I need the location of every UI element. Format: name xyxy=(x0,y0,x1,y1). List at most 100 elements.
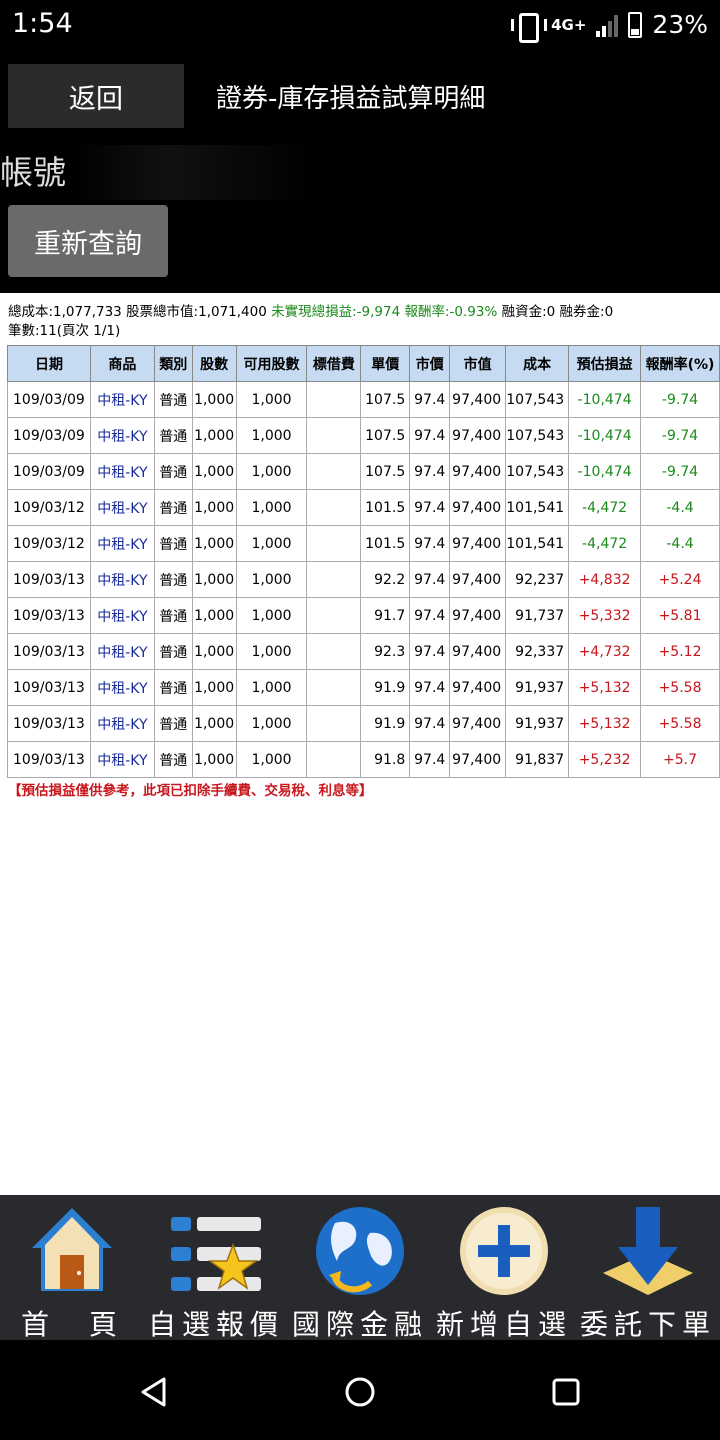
market-price-cell: 97.4 xyxy=(409,633,451,670)
globe-icon xyxy=(316,1207,404,1295)
cost-cell: 91,737 xyxy=(505,597,570,634)
unit-price-cell: 101.5 xyxy=(360,525,411,562)
type-cell: 普通 xyxy=(153,381,193,418)
toolbar-order[interactable]: 委託下單 xyxy=(576,1195,720,1341)
home-icon xyxy=(32,1208,112,1291)
shares-cell: 1,000 xyxy=(191,381,237,418)
vibrate-icon xyxy=(511,12,548,43)
est-pl-cell: -10,474 xyxy=(568,417,642,454)
table-row[interactable]: 109/03/09 中租-KY 普通 1,000 1,000 107.5 97.4 97,40… xyxy=(7,453,720,490)
toolbar-order-label: 委託下單 xyxy=(579,1308,716,1341)
account-label: 帳號 xyxy=(0,153,66,192)
status-icons: 4G+ 23% xyxy=(511,10,708,43)
table-row[interactable]: 109/03/12 中租-KY 普通 1,000 1,000 101.5 97.4 97,40… xyxy=(7,525,720,562)
table-header-row: 日期 商品 類別 股數 可用股數 標借費 單價 市價 市值 成本 預估損益 報酬率(%) xyxy=(7,345,720,382)
holdings-table: 日期 商品 類別 股數 可用股數 標借費 單價 市價 市值 成本 預估損益 報酬率(%) 109/03… xyxy=(7,345,720,778)
column-header: 標借費 xyxy=(306,345,362,382)
return-rate-cell: -9.74 xyxy=(640,417,720,454)
table-row[interactable]: 109/03/09 中租-KY 普通 1,000 1,000 107.5 97.4 97,40… xyxy=(7,417,720,454)
column-header: 股數 xyxy=(191,345,237,382)
toolbar-watchlist[interactable]: 自選報價 xyxy=(144,1195,288,1341)
table-row[interactable]: 109/03/13 中租-KY 普通 1,000 1,000 91.8 97.4 97,400… xyxy=(7,741,720,778)
borrow-fee-cell xyxy=(306,489,362,526)
product-cell[interactable]: 中租-KY xyxy=(89,453,155,490)
product-cell[interactable]: 中租-KY xyxy=(89,417,155,454)
cost-cell: 107,543 xyxy=(505,417,570,454)
date-cell: 109/03/13 xyxy=(7,669,91,706)
market-value-cell: 97,400 xyxy=(449,525,507,562)
toolbar-add-watch[interactable]: 新增自選 xyxy=(432,1195,576,1341)
return-rate-cell: -9.74 xyxy=(640,453,720,490)
toolbar-global[interactable]: 國際金融 xyxy=(288,1195,432,1341)
est-pl-cell: +4,832 xyxy=(568,561,642,598)
table-row[interactable]: 109/03/13 中租-KY 普通 1,000 1,000 92.2 97.4 97,400… xyxy=(7,561,720,598)
shares-cell: 1,000 xyxy=(191,705,237,742)
toolbar-home-label: 首 頁 xyxy=(20,1308,123,1341)
market-value-cell: 97,400 xyxy=(449,417,507,454)
market-price-cell: 97.4 xyxy=(409,489,451,526)
product-cell[interactable]: 中租-KY xyxy=(89,633,155,670)
market-value-cell: 97,400 xyxy=(449,705,507,742)
requery-button[interactable]: 重新查詢 xyxy=(8,205,168,277)
type-cell: 普通 xyxy=(153,417,193,454)
table-row[interactable]: 109/03/13 中租-KY 普通 1,000 1,000 91.7 97.4 97,400… xyxy=(7,597,720,634)
return-rate-cell: -4.4 xyxy=(640,489,720,526)
column-header: 預估損益 xyxy=(568,345,642,382)
return-rate-cell: +5.24 xyxy=(640,561,720,598)
available-shares-cell: 1,000 xyxy=(235,381,308,418)
table-row[interactable]: 109/03/12 中租-KY 普通 1,000 1,000 101.5 97.4 97,40… xyxy=(7,489,720,526)
type-cell: 普通 xyxy=(153,525,193,562)
margin-amount: 融資金:0 xyxy=(501,304,556,320)
type-cell: 普通 xyxy=(153,597,193,634)
table-row[interactable]: 109/03/13 中租-KY 普通 1,000 1,000 92.3 97.4 97,400… xyxy=(7,633,720,670)
est-pl-cell: +5,132 xyxy=(568,705,642,742)
summary: 總成本:1,077,733 股票總市值:1,071,400 未實現總損益:-9,… xyxy=(8,303,613,341)
date-cell: 109/03/12 xyxy=(7,525,91,562)
market-value-cell: 97,400 xyxy=(449,561,507,598)
product-cell[interactable]: 中租-KY xyxy=(89,597,155,634)
product-cell[interactable]: 中租-KY xyxy=(89,741,155,778)
recents-nav-icon[interactable] xyxy=(549,1375,583,1409)
product-cell[interactable]: 中租-KY xyxy=(89,381,155,418)
table-row[interactable]: 109/03/13 中租-KY 普通 1,000 1,000 91.9 97.4 97,400… xyxy=(7,705,720,742)
return-rate: 報酬率:-0.93% xyxy=(404,304,498,320)
borrow-fee-cell xyxy=(306,453,362,490)
column-header: 商品 xyxy=(89,345,155,382)
shares-cell: 1,000 xyxy=(191,417,237,454)
market-value-cell: 97,400 xyxy=(449,633,507,670)
unit-price-cell: 107.5 xyxy=(360,381,411,418)
borrow-fee-cell xyxy=(306,561,362,598)
market-value-cell: 97,400 xyxy=(449,489,507,526)
return-rate-cell: +5.7 xyxy=(640,741,720,778)
borrow-fee-cell xyxy=(306,417,362,454)
table-row[interactable]: 109/03/13 中租-KY 普通 1,000 1,000 91.9 97.4 97,400… xyxy=(7,669,720,706)
back-nav-icon[interactable] xyxy=(138,1375,172,1409)
unit-price-cell: 91.9 xyxy=(360,705,411,742)
return-rate-cell: +5.81 xyxy=(640,597,720,634)
table-row[interactable]: 109/03/09 中租-KY 普通 1,000 1,000 107.5 97.4 97,40… xyxy=(7,381,720,418)
return-rate-cell: -9.74 xyxy=(640,381,720,418)
product-cell[interactable]: 中租-KY xyxy=(89,489,155,526)
market-price-cell: 97.4 xyxy=(409,381,451,418)
product-cell[interactable]: 中租-KY xyxy=(89,525,155,562)
toolbar-home[interactable]: 首 頁 xyxy=(0,1195,144,1341)
return-rate-cell: +5.12 xyxy=(640,633,720,670)
market-price-cell: 97.4 xyxy=(409,561,451,598)
est-pl-cell: +5,232 xyxy=(568,741,642,778)
battery-icon xyxy=(628,11,643,38)
network-type-icon: 4G+ xyxy=(551,15,587,34)
column-header: 報酬率(%) xyxy=(640,345,720,382)
signal-icon xyxy=(596,13,619,37)
back-button[interactable]: 返回 xyxy=(8,64,184,128)
type-cell: 普通 xyxy=(153,453,193,490)
borrow-fee-cell xyxy=(306,381,362,418)
available-shares-cell: 1,000 xyxy=(235,561,308,598)
product-cell[interactable]: 中租-KY xyxy=(89,705,155,742)
date-cell: 109/03/12 xyxy=(7,489,91,526)
est-pl-cell: -10,474 xyxy=(568,381,642,418)
product-cell[interactable]: 中租-KY xyxy=(89,561,155,598)
shares-cell: 1,000 xyxy=(191,669,237,706)
add-icon xyxy=(460,1207,548,1295)
home-nav-icon[interactable] xyxy=(343,1375,377,1409)
product-cell[interactable]: 中租-KY xyxy=(89,669,155,706)
